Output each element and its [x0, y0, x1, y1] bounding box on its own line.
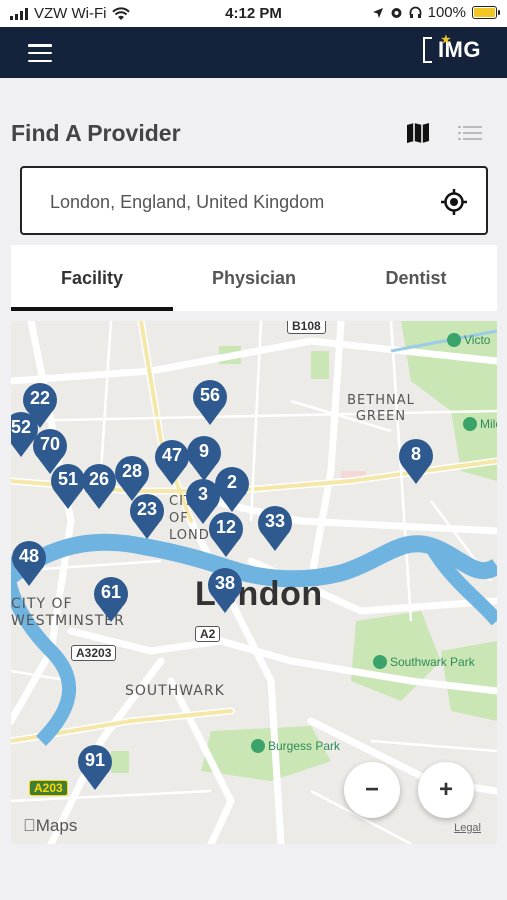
zoom-out-button[interactable]: − — [344, 762, 400, 818]
provider-pin[interactable]: 56 — [192, 379, 228, 425]
park-label-mile-end: Mile — [463, 417, 497, 431]
legal-link[interactable]: Legal — [454, 822, 481, 834]
provider-map[interactable]: BETHNAL GREEN CITY OF WESTMINSTER SOUTHW… — [11, 321, 497, 844]
road-sign-a203: A203 — [29, 780, 68, 796]
tree-icon — [251, 739, 265, 753]
area-label-bethnal-green: BETHNAL GREEN — [347, 393, 415, 424]
provider-pin[interactable]: 8 — [398, 438, 434, 484]
location-search-box — [20, 166, 488, 235]
tab-facility[interactable]: Facility — [11, 245, 173, 311]
tree-icon — [373, 655, 387, 669]
provider-pin[interactable]: 33 — [257, 505, 293, 551]
provider-pin[interactable]: 23 — [129, 493, 165, 539]
provider-pin[interactable]: 91 — [77, 744, 113, 790]
tree-icon — [463, 417, 477, 431]
provider-pin[interactable]: 48 — [11, 540, 47, 586]
status-bar: VZW Wi-Fi 4:12 PM 100% — [0, 0, 507, 27]
tab-physician[interactable]: Physician — [173, 245, 335, 311]
location-arrow-icon — [372, 7, 383, 18]
zoom-in-button[interactable]: + — [418, 762, 474, 818]
provider-pin[interactable]: 38 — [207, 567, 243, 613]
star-logo-icon: ★ — [440, 34, 452, 46]
apple-logo-icon:  — [23, 816, 36, 835]
park-label-burgess-park: Burgess Park — [251, 739, 340, 753]
top-navbar: ★ IMG — [0, 27, 507, 78]
battery-icon — [472, 6, 500, 19]
provider-pin[interactable]: 61 — [93, 576, 129, 622]
provider-pin[interactable]: 26 — [81, 463, 117, 509]
hamburger-menu-icon[interactable] — [28, 44, 52, 62]
battery-percent: 100% — [427, 4, 466, 21]
map-view-icon[interactable] — [405, 121, 431, 145]
location-search-input[interactable] — [50, 188, 430, 216]
list-view-icon[interactable] — [457, 121, 483, 145]
park-label-southwark-park: Southwark Park — [373, 655, 475, 669]
road-sign-a2: A2 — [195, 626, 221, 642]
alarm-icon — [391, 8, 402, 18]
apple-maps-brand: Maps — [23, 816, 77, 835]
park-label-victoria: Victo — [447, 333, 490, 347]
img-logo: ★ IMG — [422, 34, 481, 63]
current-location-icon[interactable] — [440, 188, 468, 216]
provider-pin[interactable]: 12 — [208, 511, 244, 557]
road-sign-b108: B108 — [287, 321, 326, 334]
tree-icon — [447, 333, 461, 347]
provider-type-tabs: Facility Physician Dentist — [11, 245, 497, 311]
tab-dentist[interactable]: Dentist — [335, 245, 497, 311]
road-sign-a3203: A3203 — [71, 645, 117, 661]
page-title: Find A Provider — [11, 120, 181, 146]
area-label-southwark: SOUTHWARK — [125, 683, 225, 699]
headphones-icon — [409, 6, 422, 18]
view-toggle — [405, 121, 483, 145]
